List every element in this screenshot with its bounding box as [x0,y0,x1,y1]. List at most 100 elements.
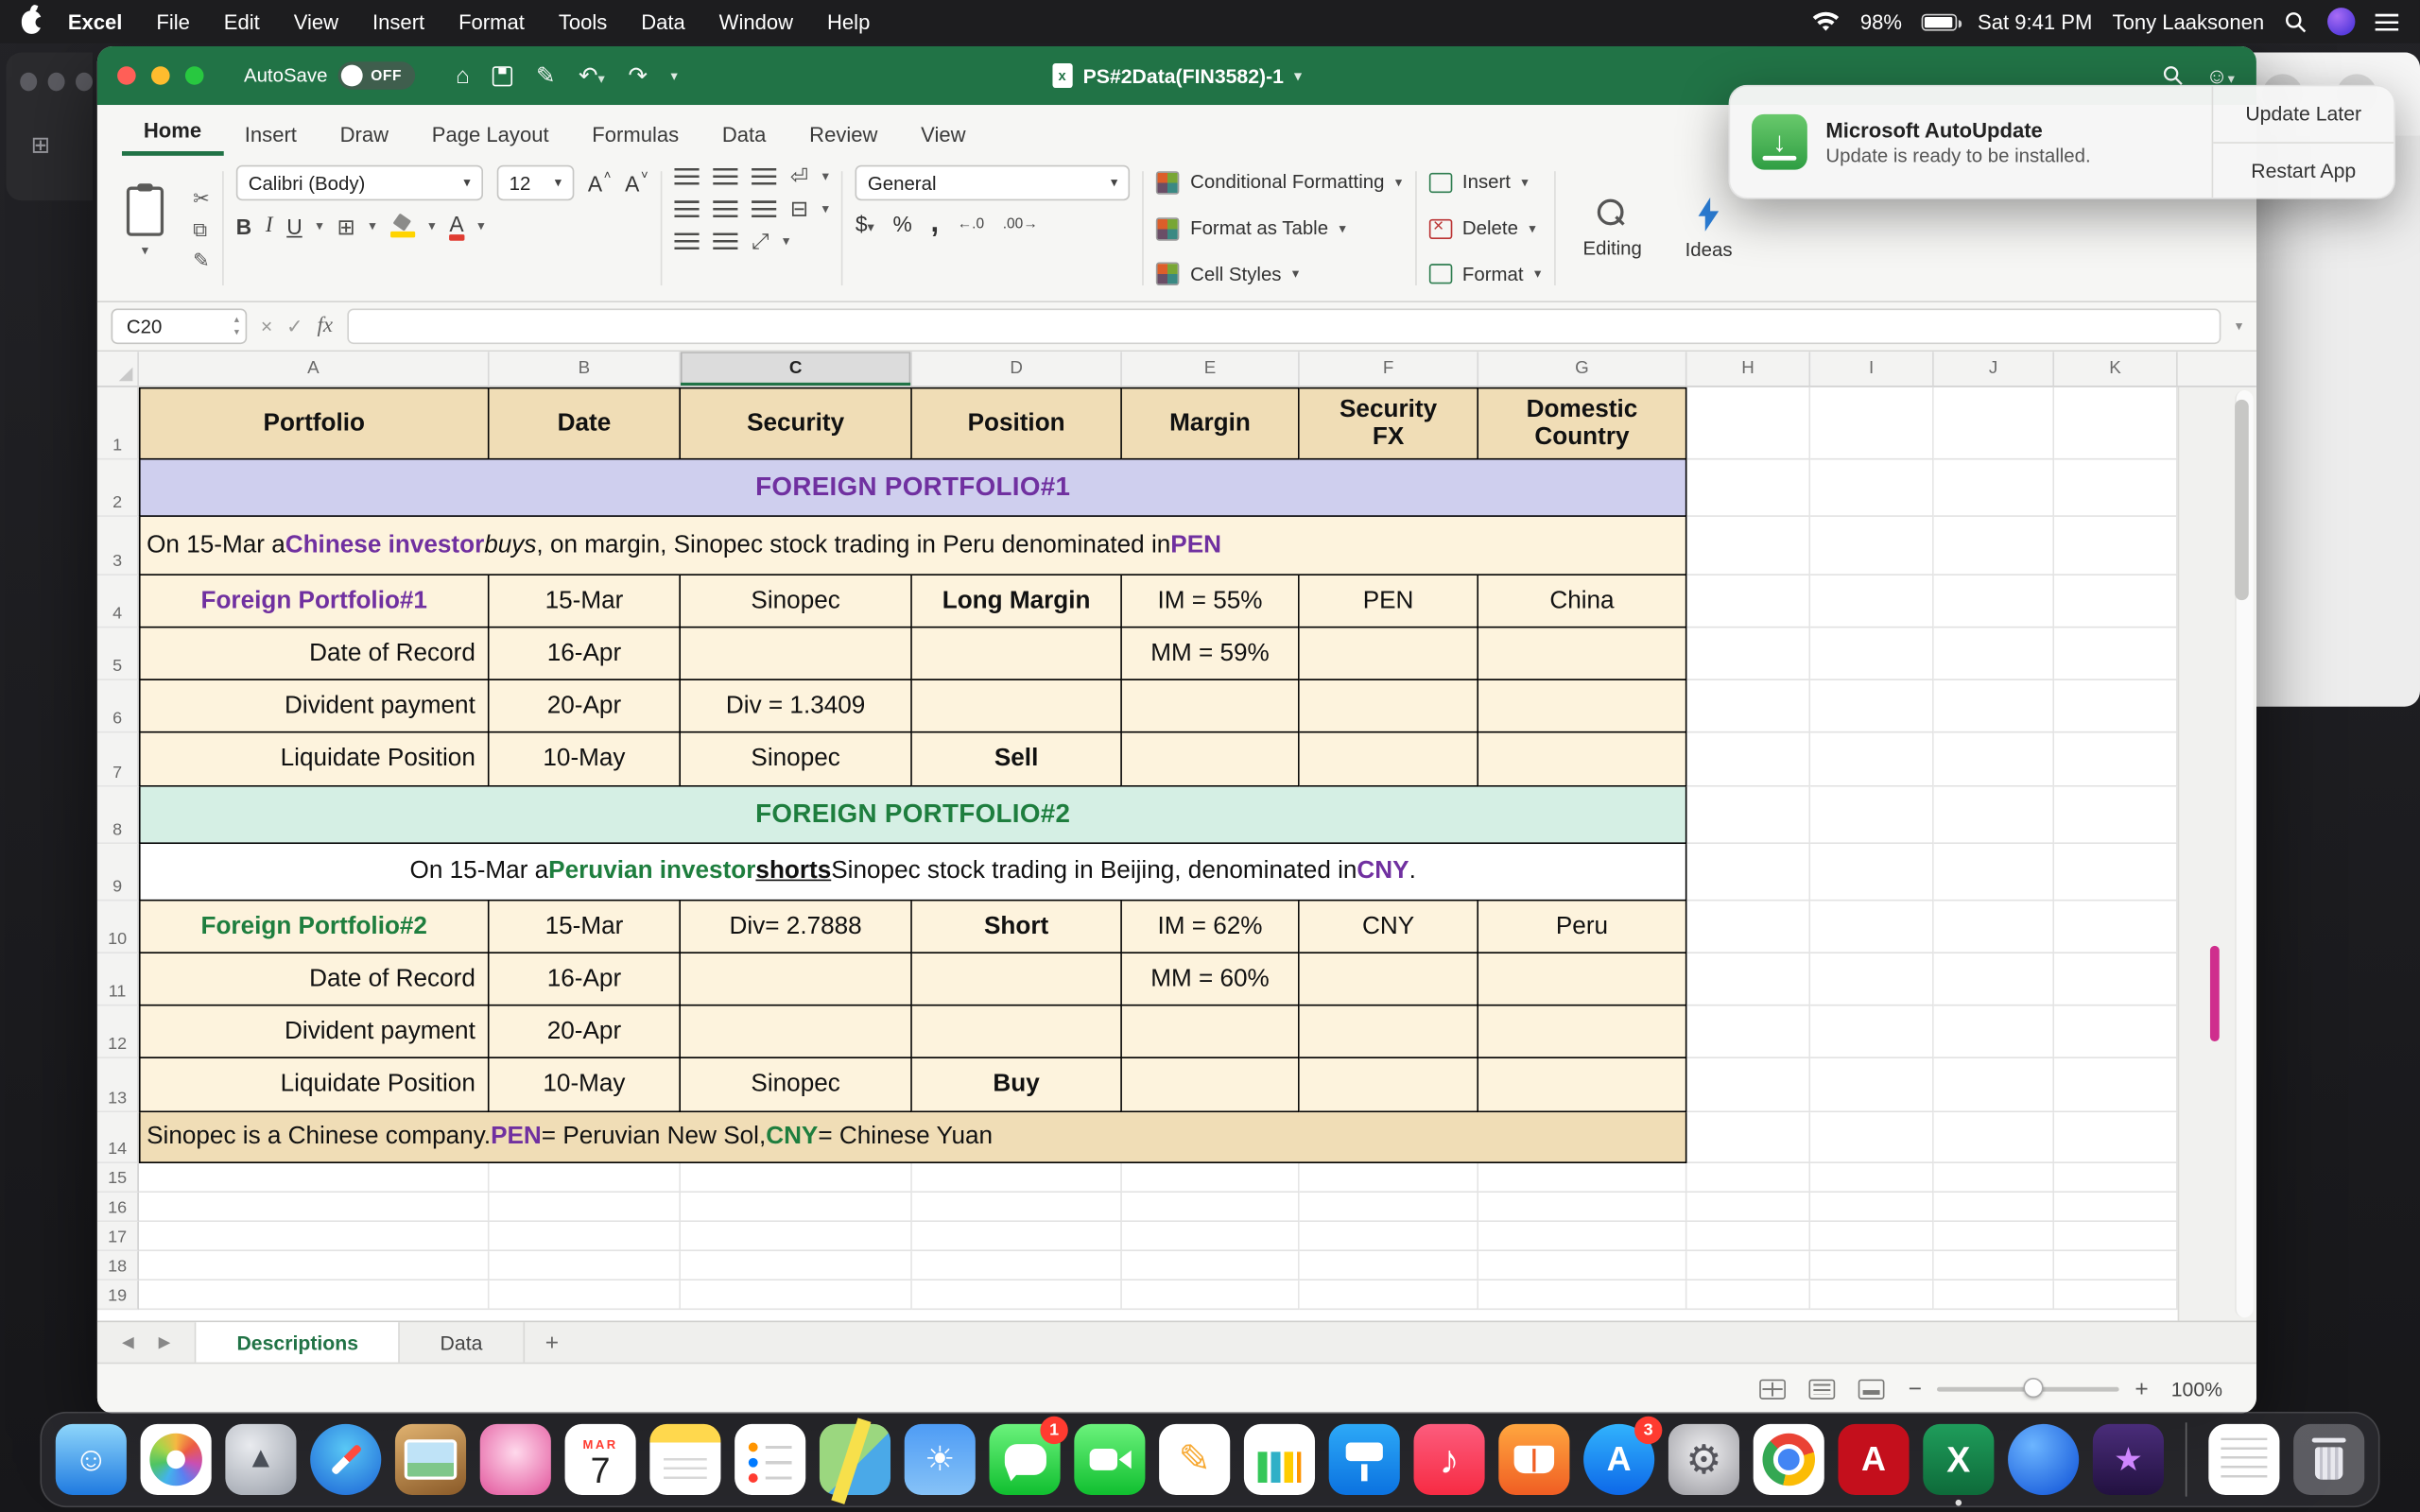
cell-B15[interactable] [490,1163,681,1193]
cell-B5[interactable]: 16-Apr [490,627,681,680]
cell-D19[interactable] [912,1280,1122,1310]
cell-E15[interactable] [1122,1163,1300,1193]
column-header-D[interactable]: D [912,352,1122,386]
dock-messages-icon[interactable]: 1 [990,1424,1061,1495]
cell-F4[interactable]: PEN [1300,576,1478,628]
cell-K17[interactable] [2054,1222,2178,1251]
dock-facetime-icon[interactable] [1074,1424,1145,1495]
page-layout-view-icon[interactable] [1858,1379,1885,1399]
cell-C5[interactable] [681,627,912,680]
font-size-select[interactable]: 12▾ [497,165,575,201]
column-header-K[interactable]: K [2054,352,2178,386]
dock-excel-icon[interactable]: X [1923,1424,1994,1495]
column-header-B[interactable]: B [490,352,681,386]
cell-C1[interactable]: Security [681,387,912,460]
cell-K18[interactable] [2054,1251,2178,1280]
cell-G1[interactable]: Domestic Country [1478,387,1686,460]
cell-I13[interactable] [1810,1058,1934,1112]
cell-F16[interactable] [1300,1193,1478,1222]
cell-H19[interactable] [1686,1280,1810,1310]
align-center-icon[interactable] [713,199,737,216]
cell-K3[interactable] [2054,517,2178,576]
cell-F6[interactable] [1300,680,1478,733]
delete-cells-button[interactable]: Delete▾ [1428,211,1541,246]
underline-button[interactable]: U [286,214,302,238]
decrease-indent-icon[interactable] [674,232,699,249]
cell-E4[interactable]: IM = 55% [1122,576,1300,628]
wifi-icon[interactable] [1812,10,1840,32]
fill-color-icon[interactable] [389,215,414,237]
row-header-18[interactable]: 18 [97,1251,139,1280]
dock-photos-icon[interactable] [141,1424,212,1495]
dock-acrobat-icon[interactable]: A [1838,1424,1909,1495]
cell-I11[interactable] [1810,954,1934,1006]
borders-icon[interactable]: ⊞ [337,215,355,237]
control-center-icon[interactable] [2376,13,2398,30]
row-header-3[interactable]: 3 [97,517,139,576]
cell-A13[interactable]: Liquidate Position [139,1058,490,1112]
cell-H8[interactable] [1686,787,1810,844]
cell-K9[interactable] [2054,844,2178,901]
ribbon-tab-page-layout[interactable]: Page Layout [410,112,570,156]
formula-input[interactable] [347,309,2221,345]
cell-J5[interactable] [1934,627,2054,680]
cell-F18[interactable] [1300,1251,1478,1280]
cell-B7[interactable]: 10-May [490,733,681,787]
cell-G19[interactable] [1478,1280,1686,1310]
menu-item-insert[interactable]: Insert [355,10,441,33]
cell-D10[interactable]: Short [912,901,1122,954]
cell-H14[interactable] [1686,1112,1810,1163]
zoom-level[interactable]: 100% [2164,1377,2222,1400]
cell-J19[interactable] [1934,1280,2054,1310]
paste-button[interactable]: ▾ [110,165,181,280]
dock-reminders-icon[interactable] [735,1424,805,1495]
dock-system-preferences-icon[interactable]: ⚙ [1668,1424,1739,1495]
cell-H13[interactable] [1686,1058,1810,1112]
cell-J4[interactable] [1934,576,2054,628]
row-header-7[interactable]: 7 [97,733,139,787]
row-header-8[interactable]: 8 [97,787,139,844]
cell-I17[interactable] [1810,1222,1934,1251]
customize-toolbar-icon[interactable]: ▾ [670,67,677,84]
home-icon[interactable]: ⌂ [456,62,470,89]
row-header-6[interactable]: 6 [97,680,139,733]
borders-chevron-icon[interactable]: ▾ [369,217,375,234]
cell-F12[interactable] [1300,1005,1478,1058]
dock-app-store-icon[interactable]: A3 [1583,1424,1654,1495]
cell-A5[interactable]: Date of Record [139,627,490,680]
dock-safari-icon[interactable] [310,1424,381,1495]
format-painter-icon[interactable]: ✎ [193,249,210,269]
cell-J8[interactable] [1934,787,2054,844]
cell-F17[interactable] [1300,1222,1478,1251]
cell-K4[interactable] [2054,576,2178,628]
cell-A11[interactable]: Date of Record [139,954,490,1006]
ribbon-tab-view[interactable]: View [899,112,987,156]
cell-K6[interactable] [2054,680,2178,733]
cell-A2-merged[interactable]: FOREIGN PORTFOLIO#1 [139,460,1687,517]
align-middle-icon[interactable] [713,167,737,184]
row-header-1[interactable]: 1 [97,387,139,460]
insert-cells-button[interactable]: Insert▾ [1428,165,1541,200]
sheet-tab-descriptions[interactable]: Descriptions [195,1322,400,1362]
cell-F13[interactable] [1300,1058,1478,1112]
menu-item-view[interactable]: View [277,10,355,33]
cell-I3[interactable] [1810,517,1934,576]
row-header-19[interactable]: 19 [97,1280,139,1310]
cell-C12[interactable] [681,1005,912,1058]
cell-K11[interactable] [2054,954,2178,1006]
cell-B13[interactable]: 10-May [490,1058,681,1112]
dock-music-icon[interactable]: ♪ [1414,1424,1485,1495]
column-header-C[interactable]: C [681,352,912,386]
cell-C10[interactable]: Div= 2.7888 [681,901,912,954]
align-bottom-icon[interactable] [752,167,776,184]
increase-font-size-button[interactable]: A˄ [588,170,612,195]
cell-A15[interactable] [139,1163,490,1193]
increase-indent-icon[interactable] [713,232,737,249]
normal-view-icon[interactable] [1809,1379,1836,1399]
column-header-J[interactable]: J [1934,352,2054,386]
cell-I19[interactable] [1810,1280,1934,1310]
format-as-table-button[interactable]: Format as Table▾ [1156,211,1402,246]
cell-B10[interactable]: 15-Mar [490,901,681,954]
close-button[interactable] [117,66,136,85]
cell-D17[interactable] [912,1222,1122,1251]
